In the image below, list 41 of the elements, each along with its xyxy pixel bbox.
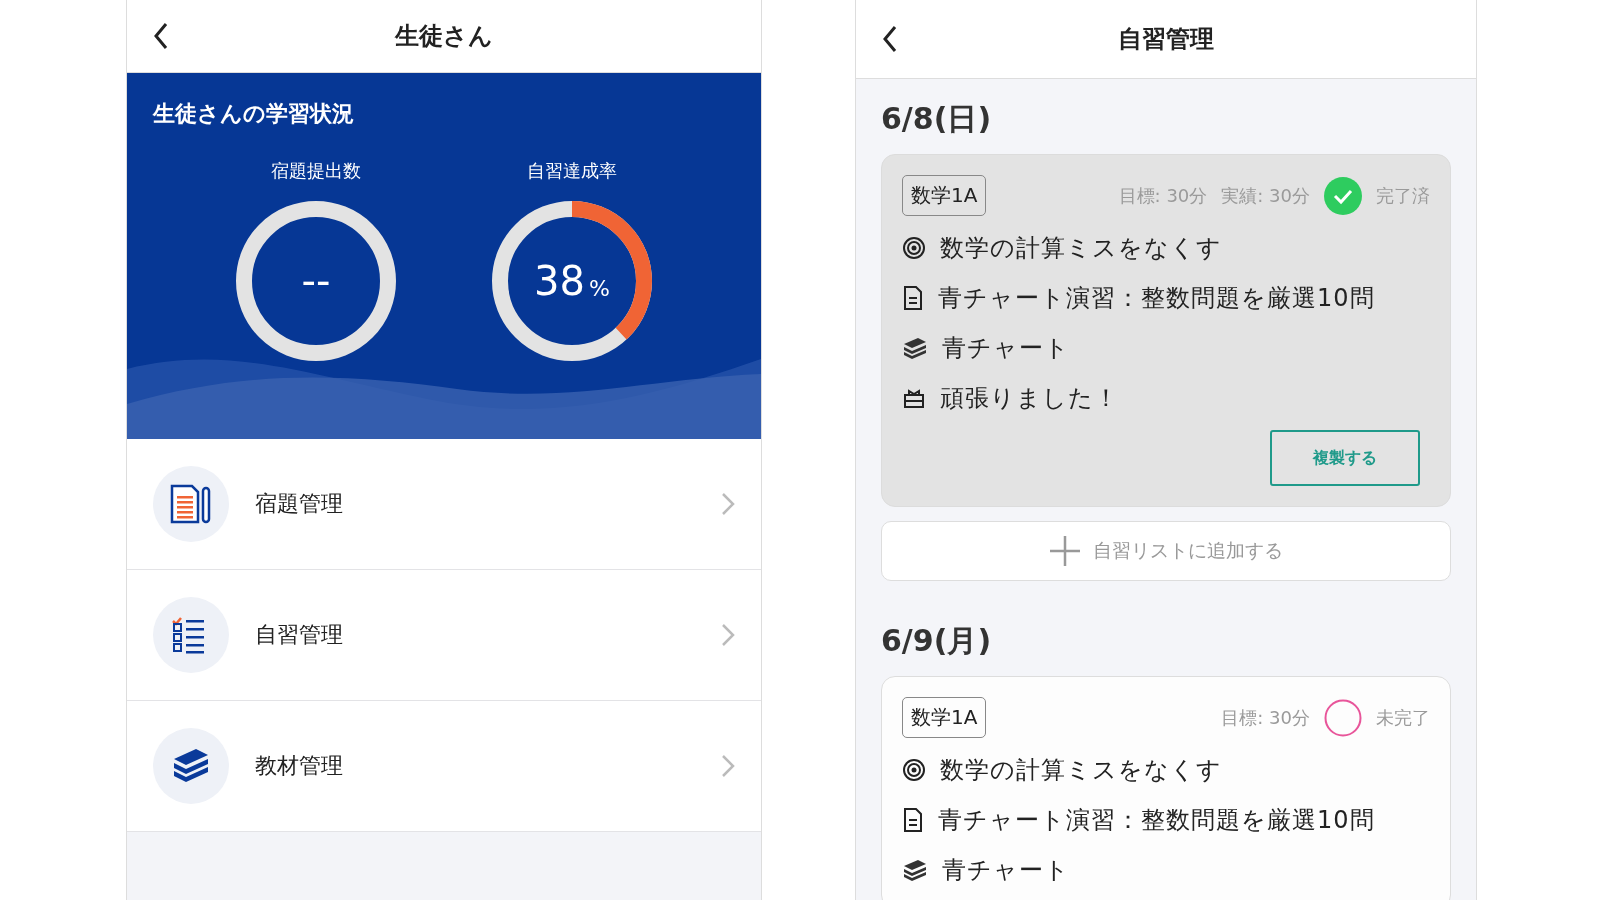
menu-label: 自習管理 (255, 621, 344, 649)
plus-icon (1049, 535, 1081, 567)
panel-title: 生徒さんの学習状況 (151, 100, 355, 128)
entry-text: 青チャート (942, 855, 1070, 886)
entry-text: 青チャート演習：整数問題を厳選10問 (938, 805, 1375, 836)
time-label: 目標: 30分 (1221, 705, 1310, 730)
chevron-right-icon (721, 754, 735, 778)
entry-text: 数学の計算ミスをなくす (940, 755, 1222, 786)
date-heading: 6/8(日) (881, 100, 993, 138)
stat-label: 宿題提出数 (271, 159, 361, 183)
target-icon (902, 758, 926, 782)
subject-tag: 数学1A (902, 175, 987, 216)
entry-text: 青チャート演習：整数問題を厳選10問 (938, 283, 1375, 314)
chevron-right-icon (721, 492, 735, 516)
status-label: 完了済 (1376, 183, 1430, 208)
stat-value: -- (301, 258, 331, 304)
screen-title: 生徒さん (395, 21, 493, 52)
stat-unit: % (589, 275, 610, 301)
menu-label: 教材管理 (255, 752, 344, 780)
target-icon (902, 236, 926, 260)
status-label: 未完了 (1376, 705, 1430, 730)
stat-value: 38 (534, 258, 585, 304)
entry-text: 青チャート (942, 333, 1070, 364)
time-label: 目標: 30分 (1118, 183, 1208, 208)
books-icon (902, 858, 928, 882)
document-icon (902, 286, 924, 310)
time-label: 実績: 30分 (1221, 183, 1310, 208)
document-icon (902, 808, 924, 832)
chevron-right-icon (721, 623, 735, 647)
books-icon (902, 336, 928, 360)
document-pencil-icon (169, 484, 213, 524)
subject-tag: 数学1A (902, 697, 987, 738)
menu-label: 宿題管理 (255, 490, 344, 518)
back-icon[interactable] (153, 22, 169, 50)
cake-icon (902, 387, 926, 409)
stat-label: 自習達成率 (527, 159, 617, 183)
screen-title: 自習管理 (1118, 24, 1214, 55)
entry-text: 頑張りました！ (940, 383, 1119, 414)
back-icon[interactable] (882, 25, 898, 53)
entry-text: 数学の計算ミスをなくす (940, 233, 1222, 264)
date-heading: 6/9(月) (881, 622, 993, 660)
